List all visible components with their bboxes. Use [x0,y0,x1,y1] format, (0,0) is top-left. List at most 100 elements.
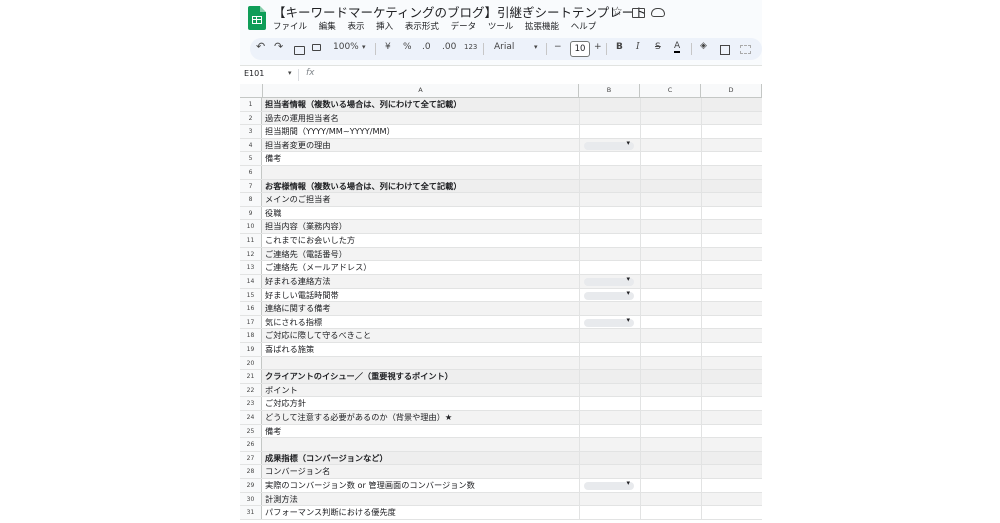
menu-help[interactable]: ヘルプ [571,22,597,32]
menu-extensions[interactable]: 拡張機能 [525,22,559,32]
row-header[interactable]: 8 [240,193,262,206]
strikethrough-button[interactable]: S [655,42,661,52]
zoom-select[interactable]: 100% [333,42,359,52]
dropdown-chip[interactable] [584,479,634,491]
sheets-logo-icon[interactable] [248,6,266,30]
bold-button[interactable]: B [616,42,623,52]
name-box-dropdown-icon[interactable]: ▾ [288,69,292,77]
cell-a[interactable]: パフォーマンス判断における優先度 [265,506,577,519]
cell-a[interactable]: 備考 [265,425,577,438]
italic-button[interactable]: I [636,42,640,52]
row-header[interactable]: 31 [240,506,262,519]
increase-decimal-button[interactable]: .00 [442,42,456,52]
menu-data[interactable]: データ [451,22,477,32]
decrease-decimal-button[interactable]: .0 [422,42,431,52]
fill-color-icon[interactable]: ◈ [700,41,707,51]
row-header[interactable]: 15 [240,288,262,302]
redo-icon[interactable]: ↷ [274,40,283,53]
dropdown-chip[interactable] [584,316,634,327]
currency-format-button[interactable]: ¥ [385,42,391,52]
section-heading-cell[interactable]: 成果指標（コンバージョンなど） [265,452,577,465]
borders-icon[interactable] [720,45,730,55]
row-header[interactable]: 29 [240,479,262,492]
cell-a[interactable]: 計測方法 [265,493,577,506]
row-header[interactable]: 10 [240,220,262,234]
menu-insert[interactable]: 挿入 [376,22,393,32]
cell-a[interactable]: コンバージョン名 [265,465,577,478]
row-header[interactable]: 13 [240,261,262,274]
undo-icon[interactable]: ↶ [256,40,265,53]
menu-view[interactable]: 表示 [347,22,364,32]
row-header[interactable]: 11 [240,234,262,247]
text-color-button[interactable]: A [674,42,681,53]
move-folder-icon[interactable] [632,8,645,18]
row-header[interactable]: 25 [240,424,262,438]
cell-a[interactable]: ご対応に際して守るべきこと [265,329,577,342]
paint-format-icon[interactable] [312,44,321,51]
row-header[interactable]: 5 [240,152,262,166]
cell-a[interactable]: 喜ばれる施策 [265,343,577,356]
print-icon[interactable] [294,46,305,55]
row-header[interactable]: 4 [240,138,262,152]
column-header-d[interactable]: D [701,84,762,97]
cell-a[interactable]: 好ましい電話時間帯 [265,289,577,302]
cell-a[interactable]: ご連絡先（電話番号） [265,248,577,261]
row-header[interactable]: 1 [240,98,262,111]
row-header[interactable]: 30 [240,492,262,506]
row-header[interactable]: 16 [240,302,262,315]
name-box[interactable]: E101 [244,69,264,78]
menu-edit[interactable]: 編集 [319,22,336,32]
merge-cells-icon[interactable] [740,45,751,54]
row-header[interactable]: 19 [240,342,262,356]
cell-a[interactable]: 連絡に関する備考 [265,302,577,315]
menu-format[interactable]: 表示形式 [405,22,439,32]
cell-a[interactable]: ご対応方針 [265,397,577,410]
zoom-dropdown-icon[interactable]: ▾ [362,43,366,51]
column-header-a[interactable]: A [263,84,579,97]
section-heading-cell[interactable]: クライアントのイシュー／（重要視するポイント） [265,370,577,383]
menu-tools[interactable]: ツール [488,22,514,32]
cell-a[interactable]: 担当者変更の理由 [265,139,577,152]
row-header[interactable]: 24 [240,411,262,424]
document-title[interactable]: 【キーワードマーケティングのブログ】引継ぎシートテンプレート [273,2,647,21]
row-header[interactable]: 27 [240,451,262,465]
font-size-input[interactable]: 10 [570,41,590,57]
row-header[interactable]: 3 [240,125,262,138]
cell-a[interactable]: 気にされる指標 [265,316,577,329]
cell-a[interactable]: ご連絡先（メールアドレス） [265,261,577,274]
cell-a[interactable]: 担当期間（YYYY/MM~YYYY/MM） [265,125,577,138]
cell-a[interactable]: メインのご担当者 [265,193,577,206]
cloud-status-icon[interactable] [651,8,665,17]
cell-a[interactable]: ポイント [265,384,577,397]
row-header[interactable]: 6 [240,166,262,179]
column-header-b[interactable]: B [579,84,640,97]
font-dropdown-icon[interactable]: ▾ [534,43,538,51]
row-header[interactable]: 18 [240,329,262,342]
increase-font-size-button[interactable]: + [594,42,602,52]
dropdown-chip[interactable] [584,289,634,300]
cell-a[interactable]: これまでにお会いした方 [265,234,577,247]
dropdown-chip[interactable] [584,275,634,286]
cell-a[interactable]: 過去の運用担当者名 [265,112,577,125]
menu-file[interactable]: ファイル [273,22,307,32]
section-heading-cell[interactable]: 担当者情報（複数いる場合は、列にわけて全て記載） [265,98,577,111]
row-header[interactable]: 23 [240,397,262,411]
star-icon[interactable]: ☆ [612,4,623,18]
cell-a[interactable]: 備考 [265,152,577,165]
row-header[interactable]: 21 [240,370,262,383]
row-header[interactable]: 2 [240,111,262,125]
cell-a[interactable]: 実際のコンバージョン数 or 管理画面のコンバージョン数 [265,479,577,492]
row-header[interactable]: 22 [240,383,262,397]
column-header-c[interactable]: C [640,84,701,97]
more-formats-button[interactable]: 123 [464,43,477,51]
row-header[interactable]: 7 [240,179,262,193]
sheet-grid[interactable]: A B C D 1 担当者情報（複数いる場合は、列にわけて全て記載） 2 過去の運用担… [240,84,762,523]
row-header[interactable]: 12 [240,247,262,261]
cell-a[interactable]: どうして注意する必要があるのか（背景や理由）★ [265,411,577,424]
cell-a[interactable]: 好まれる連絡方法 [265,275,577,288]
decrease-font-size-button[interactable]: − [554,42,562,52]
percent-format-button[interactable]: % [403,42,412,52]
font-family-select[interactable]: Arial [494,42,514,52]
row-header[interactable]: 28 [240,465,262,479]
row-header[interactable]: 17 [240,315,262,329]
